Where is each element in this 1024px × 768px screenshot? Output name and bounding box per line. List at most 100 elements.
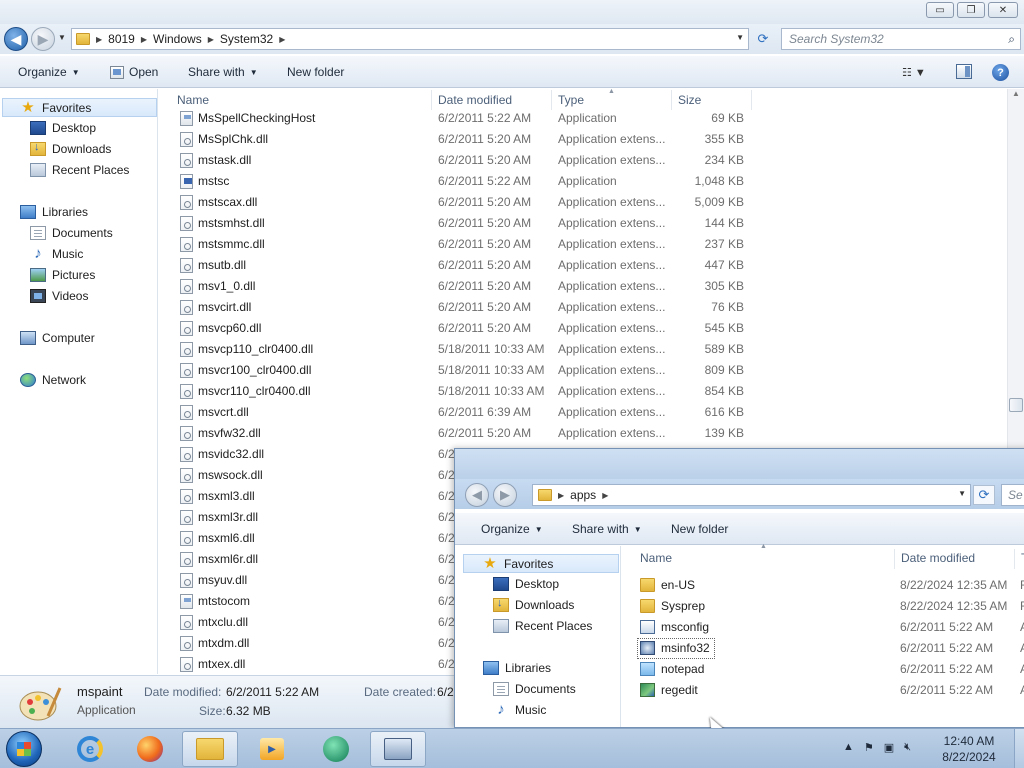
column-header-name[interactable]: Name (177, 93, 209, 107)
refresh-button[interactable]: ⟳ (752, 28, 774, 50)
file-row[interactable]: MsSplChk.dll 6/2/2011 5:20 AM Application … (170, 129, 770, 150)
file-row[interactable]: msvfw32.dll 6/2/2011 5:20 AM Application e… (170, 423, 770, 444)
taskbar-internet-explorer[interactable]: e (62, 731, 118, 767)
help-button[interactable]: ? (992, 64, 1009, 81)
file-row[interactable]: mstsmmc.dll 6/2/2011 5:20 AM Application e… (170, 234, 770, 255)
forward-button[interactable]: ▶ (31, 27, 55, 51)
column-divider[interactable] (431, 90, 432, 110)
column-divider[interactable] (551, 90, 552, 110)
taskbar-green-app[interactable] (308, 731, 364, 767)
chevron-right-icon[interactable]: ▶ (279, 35, 285, 44)
file-row[interactable]: msvcp60.dll 6/2/2011 5:20 AM Application e… (170, 318, 770, 339)
volume-muted-icon[interactable]: 🔇︎ (904, 741, 911, 754)
apps-title-bar[interactable] (455, 449, 1024, 481)
apps-nav-libraries[interactable]: Libraries (483, 661, 551, 675)
apps-nav-music[interactable]: ♪ Music (493, 702, 546, 717)
taskbar-firefox[interactable] (122, 731, 178, 767)
column-divider[interactable] (894, 549, 895, 569)
column-divider[interactable] (751, 90, 752, 110)
open-button[interactable]: Open (110, 65, 158, 79)
breadcrumb-windows[interactable]: Windows (153, 32, 202, 46)
scroll-up-arrow[interactable]: ▲ (1012, 89, 1020, 98)
show-desktop-button[interactable] (1014, 729, 1024, 768)
column-header-type[interactable]: Type (558, 93, 584, 107)
apps-nav-favorites[interactable]: ★ Favorites (463, 554, 619, 573)
show-hidden-icons-arrow[interactable]: ▲ (843, 741, 854, 754)
chevron-right-icon[interactable]: ▶ (558, 491, 564, 500)
apps-forward-button[interactable]: ▶ (493, 483, 517, 507)
file-row[interactable]: msutb.dll 6/2/2011 5:20 AM Application ext… (170, 255, 770, 276)
recent-pages-dropdown[interactable]: ▼ (58, 33, 66, 42)
back-button[interactable]: ◀ (4, 27, 28, 51)
column-header-size[interactable]: Size (678, 93, 701, 107)
nav-libraries[interactable]: Libraries (20, 205, 88, 219)
apps-file-row[interactable]: en-US 8/22/2024 12:35 AM F (631, 575, 1024, 596)
start-button[interactable] (6, 731, 42, 767)
apps-column-header-date-modified[interactable]: Date modified (901, 551, 975, 565)
chevron-right-icon[interactable]: ▶ (141, 35, 147, 44)
file-row[interactable]: mstask.dll 6/2/2011 5:20 AM Application ex… (170, 150, 770, 171)
address-dropdown[interactable]: ▼ (958, 489, 966, 498)
nav-videos[interactable]: Videos (30, 289, 88, 303)
file-row[interactable]: msvcrt.dll 6/2/2011 6:39 AM Application ex… (170, 402, 770, 423)
apps-file-row[interactable]: regedit 6/2/2011 5:22 AM A (631, 680, 1024, 701)
column-divider[interactable] (1014, 549, 1015, 569)
file-row[interactable]: mstsmhst.dll 6/2/2011 5:20 AM Application … (170, 213, 770, 234)
minimize-button[interactable]: ▭ (926, 2, 954, 18)
nav-network[interactable]: Network (20, 373, 86, 387)
nav-recent-places[interactable]: Recent Places (30, 163, 129, 177)
chevron-right-icon[interactable]: ▶ (602, 491, 608, 500)
search-icon[interactable]: ⌕ (1008, 32, 1015, 47)
nav-pictures[interactable]: Pictures (30, 268, 95, 282)
preview-pane-button[interactable] (956, 64, 972, 79)
apps-address-bar[interactable]: ▶ apps ▶ ▼ (532, 484, 971, 506)
breadcrumb-system32[interactable]: System32 (220, 32, 273, 46)
taskbar-media-player[interactable]: ▶ (244, 731, 300, 767)
apps-refresh-button[interactable]: ⟳ (973, 485, 995, 505)
new-folder-button[interactable]: New folder (287, 65, 344, 79)
action-center-flag-icon[interactable]: ⚑ (864, 741, 874, 754)
apps-file-row[interactable]: notepad 6/2/2011 5:22 AM A (631, 659, 1024, 680)
file-row[interactable]: mstscax.dll 6/2/2011 5:20 AM Application e… (170, 192, 770, 213)
change-view-button[interactable]: ☷ ▼ (902, 66, 926, 79)
column-header-date-modified[interactable]: Date modified (438, 93, 512, 107)
file-row[interactable]: MsSpellCheckingHost 6/2/2011 5:22 AM Appli… (170, 108, 770, 129)
apps-file-row[interactable]: msinfo326/2/2011 5:22 AMA (631, 638, 1024, 659)
apps-back-button[interactable]: ◀ (465, 483, 489, 507)
file-row[interactable]: msvcr100_clr0400.dll 5/18/2011 10:33 AM Ap… (170, 360, 770, 381)
file-row[interactable]: msvcp110_clr0400.dll 5/18/2011 10:33 AM Ap… (170, 339, 770, 360)
column-divider[interactable] (671, 90, 672, 110)
apps-organize-button[interactable]: Organize ▼ (481, 522, 543, 536)
file-row[interactable]: msv1_0.dll 6/2/2011 5:20 AM Application ex… (170, 276, 770, 297)
apps-nav-desktop[interactable]: Desktop (493, 577, 559, 591)
apps-nav-recent-places[interactable]: Recent Places (493, 619, 592, 633)
file-row[interactable]: msvcirt.dll 6/2/2011 5:20 AM Application e… (170, 297, 770, 318)
file-row[interactable]: msvcr110_clr0400.dll 5/18/2011 10:33 AM Ap… (170, 381, 770, 402)
network-status-icon[interactable]: ▣ (884, 741, 894, 754)
nav-documents[interactable]: Documents (30, 226, 113, 240)
nav-favorites[interactable]: ★ Favorites (2, 98, 157, 117)
chevron-right-icon[interactable]: ▶ (96, 35, 102, 44)
file-row[interactable]: mstsc 6/2/2011 5:22 AM Application 1,048 KB (170, 171, 770, 192)
apps-search-input[interactable]: Se (1001, 484, 1024, 506)
organize-button[interactable]: Organize ▼ (18, 65, 80, 79)
nav-computer[interactable]: Computer (20, 331, 95, 345)
apps-file-row[interactable]: msconfig 6/2/2011 5:22 AM A (631, 617, 1024, 638)
apps-new-folder-button[interactable]: New folder (671, 522, 728, 536)
address-dropdown[interactable]: ▼ (736, 33, 744, 42)
apps-nav-downloads[interactable]: Downloads (493, 597, 574, 612)
scrollbar-thumb[interactable] (1009, 398, 1023, 412)
breadcrumb-8019[interactable]: 8019 (108, 32, 135, 46)
search-input[interactable]: Search System32 ⌕ (781, 28, 1021, 50)
close-button[interactable]: ✕ (988, 2, 1018, 18)
address-bar[interactable]: ▶ 8019 ▶ Windows ▶ System32 ▶ ▼ (71, 28, 749, 50)
apps-file-row[interactable]: Sysprep 8/22/2024 12:35 AM F (631, 596, 1024, 617)
system-clock[interactable]: 12:40 AM 8/22/2024 (930, 733, 1008, 765)
title-bar[interactable]: ▭ ❐ ✕ (0, 0, 1024, 24)
nav-music[interactable]: ♪ Music (30, 246, 83, 261)
nav-downloads[interactable]: Downloads (30, 141, 111, 156)
nav-desktop[interactable]: Desktop (30, 121, 96, 135)
apps-share-with-button[interactable]: Share with ▼ (572, 522, 642, 536)
breadcrumb-apps[interactable]: apps (570, 488, 596, 502)
restore-button[interactable]: ❐ (957, 2, 985, 18)
